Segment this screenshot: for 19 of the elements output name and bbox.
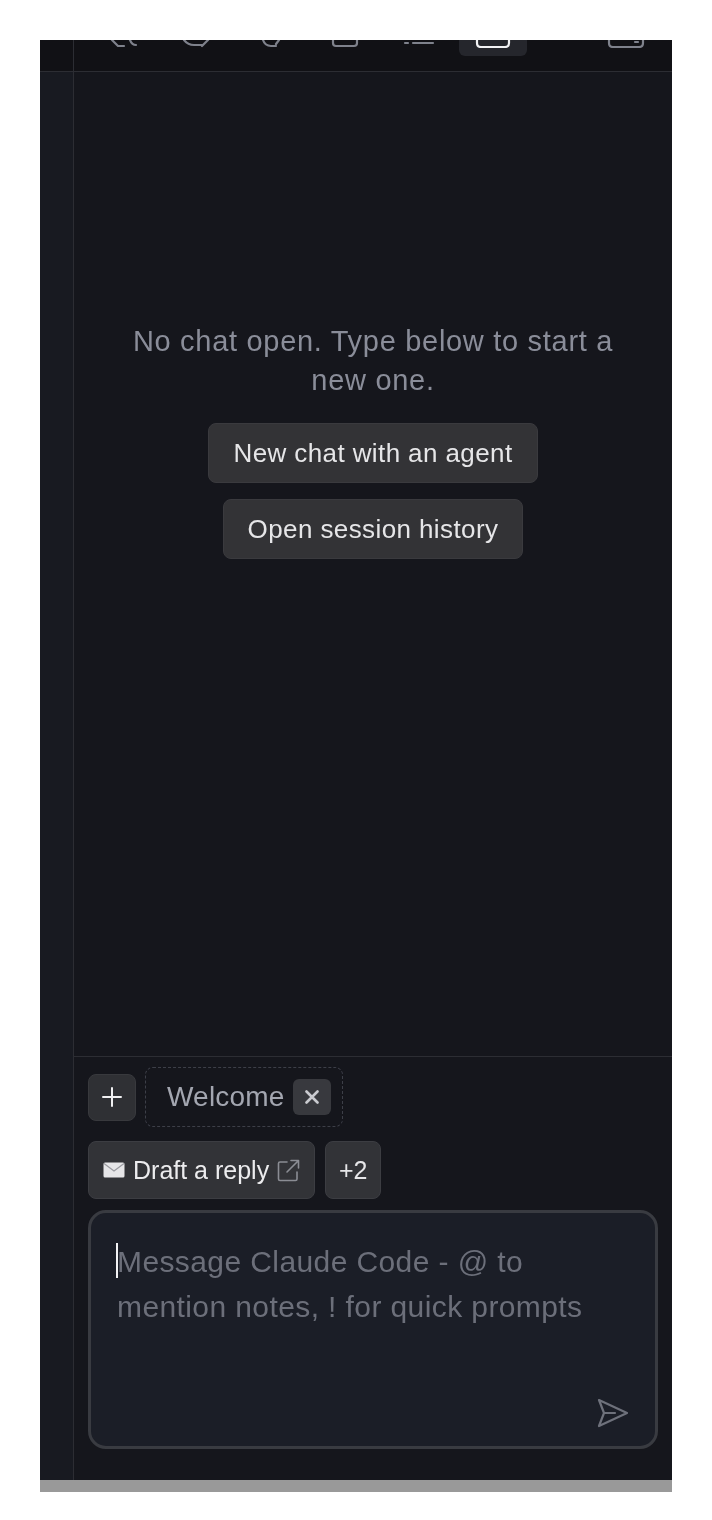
empty-state-message: No chat open. Type below to start a new one.	[131, 324, 615, 398]
toolbar-button[interactable]	[459, 40, 527, 56]
chip-label: Welcome	[167, 1081, 285, 1113]
window-icon	[607, 40, 645, 48]
message-input[interactable]: Message Claude Code - @ to mention notes, ! for quick prompts	[88, 1210, 658, 1449]
arrow-icon	[182, 40, 212, 48]
add-button[interactable]	[88, 1073, 136, 1121]
close-icon	[304, 1090, 319, 1104]
curve-icon	[260, 40, 282, 48]
more-prompts-button[interactable]: +2	[325, 1141, 382, 1199]
external-link-icon	[277, 1158, 301, 1182]
send-icon	[597, 1398, 629, 1428]
envelope-icon	[103, 1162, 125, 1178]
send-button[interactable]	[597, 1398, 629, 1428]
remove-button[interactable]	[292, 1079, 331, 1115]
history-button[interactable]: Open session history	[222, 499, 524, 559]
quick-prompt-button[interactable]: Draft a reply	[88, 1141, 316, 1199]
plus-icon	[102, 1087, 122, 1107]
new-chat-button[interactable]: New chat with an agent	[208, 423, 538, 483]
